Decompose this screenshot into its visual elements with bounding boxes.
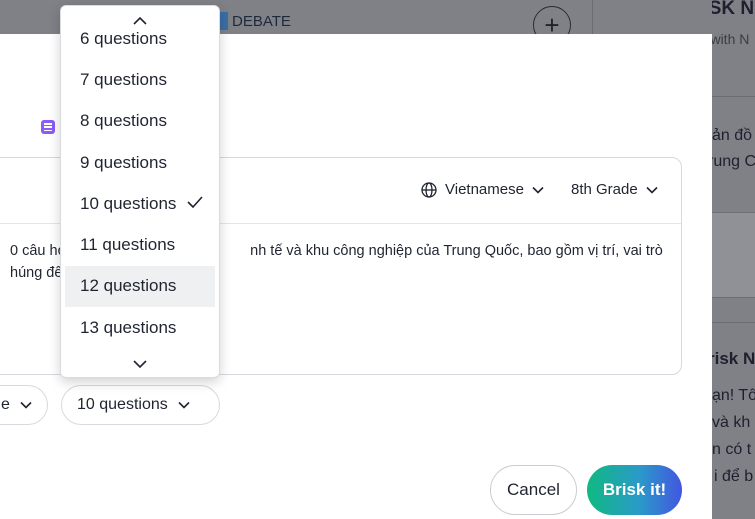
side-heading: risk N (712, 349, 755, 368)
option-label: 8 questions (80, 111, 167, 131)
cancel-button[interactable]: Cancel (490, 465, 577, 515)
option-13-questions[interactable]: 13 questions (65, 307, 215, 348)
side-text-2: rung C (712, 153, 755, 170)
option-label: 11 questions (80, 235, 176, 255)
grade-select[interactable]: 8th Grade (571, 181, 658, 198)
chevron-up-icon (133, 16, 147, 25)
scroll-up-button[interactable] (61, 8, 219, 32)
option-8-questions[interactable]: 8 questions (65, 101, 215, 142)
output-language-value: e (1, 396, 10, 413)
side-text-1: ản đồ (712, 127, 753, 144)
side-map-thumbnail (712, 212, 755, 298)
side-text-4: và kh (712, 414, 751, 431)
side-text-3: ạn! Tô (712, 387, 755, 404)
language-value: Vietnamese (445, 181, 524, 198)
option-label: 7 questions (80, 69, 167, 89)
option-label: 9 questions (80, 152, 167, 172)
chevron-down-icon (646, 186, 658, 194)
debate-tag: DEBATE (218, 12, 291, 30)
grade-value: 8th Grade (571, 181, 638, 198)
option-9-questions[interactable]: 9 questions (65, 142, 215, 183)
language-select[interactable]: Vietnamese (421, 181, 544, 198)
side-rule-1 (712, 96, 755, 97)
debate-label: DEBATE (232, 12, 291, 30)
side-title: BRISK N (712, 0, 755, 19)
output-language-select[interactable]: e (0, 385, 48, 425)
chevron-down-icon (20, 401, 32, 409)
option-12-questions[interactable]: 12 questions (65, 265, 215, 308)
option-7-questions[interactable]: 7 questions (65, 59, 215, 100)
side-text-6: i để b (714, 468, 754, 485)
chevron-down-icon (178, 401, 190, 409)
question-count-value: 10 questions (77, 396, 168, 413)
scroll-down-button[interactable] (61, 352, 219, 376)
question-count-select[interactable]: 10 questions (61, 385, 220, 425)
chevron-down-icon (133, 359, 147, 368)
chevron-down-icon (532, 186, 544, 194)
option-label: 12 questions (80, 276, 177, 296)
option-11-questions[interactable]: 11 questions (65, 224, 215, 265)
background-divider (592, 0, 593, 34)
side-text-5: n có t (712, 441, 752, 458)
background-side-panel: BRISK N Chat with N ản đồ rung C risk N … (712, 0, 755, 519)
option-10-questions[interactable]: 10 questions (65, 183, 215, 224)
side-rule-2 (712, 322, 755, 323)
question-count-dropdown: 6 questions 7 questions 8 questions 9 qu… (60, 5, 220, 378)
list-icon (41, 120, 55, 134)
option-label: 13 questions (80, 317, 177, 337)
dropdown-options: 6 questions 7 questions 8 questions 9 qu… (61, 18, 219, 348)
option-label: 10 questions (80, 193, 177, 213)
checkmark-icon (187, 196, 203, 209)
globe-icon (421, 181, 437, 198)
brisk-it-button[interactable]: Brisk it! (587, 465, 682, 515)
side-subtitle: Chat with N (712, 31, 750, 47)
